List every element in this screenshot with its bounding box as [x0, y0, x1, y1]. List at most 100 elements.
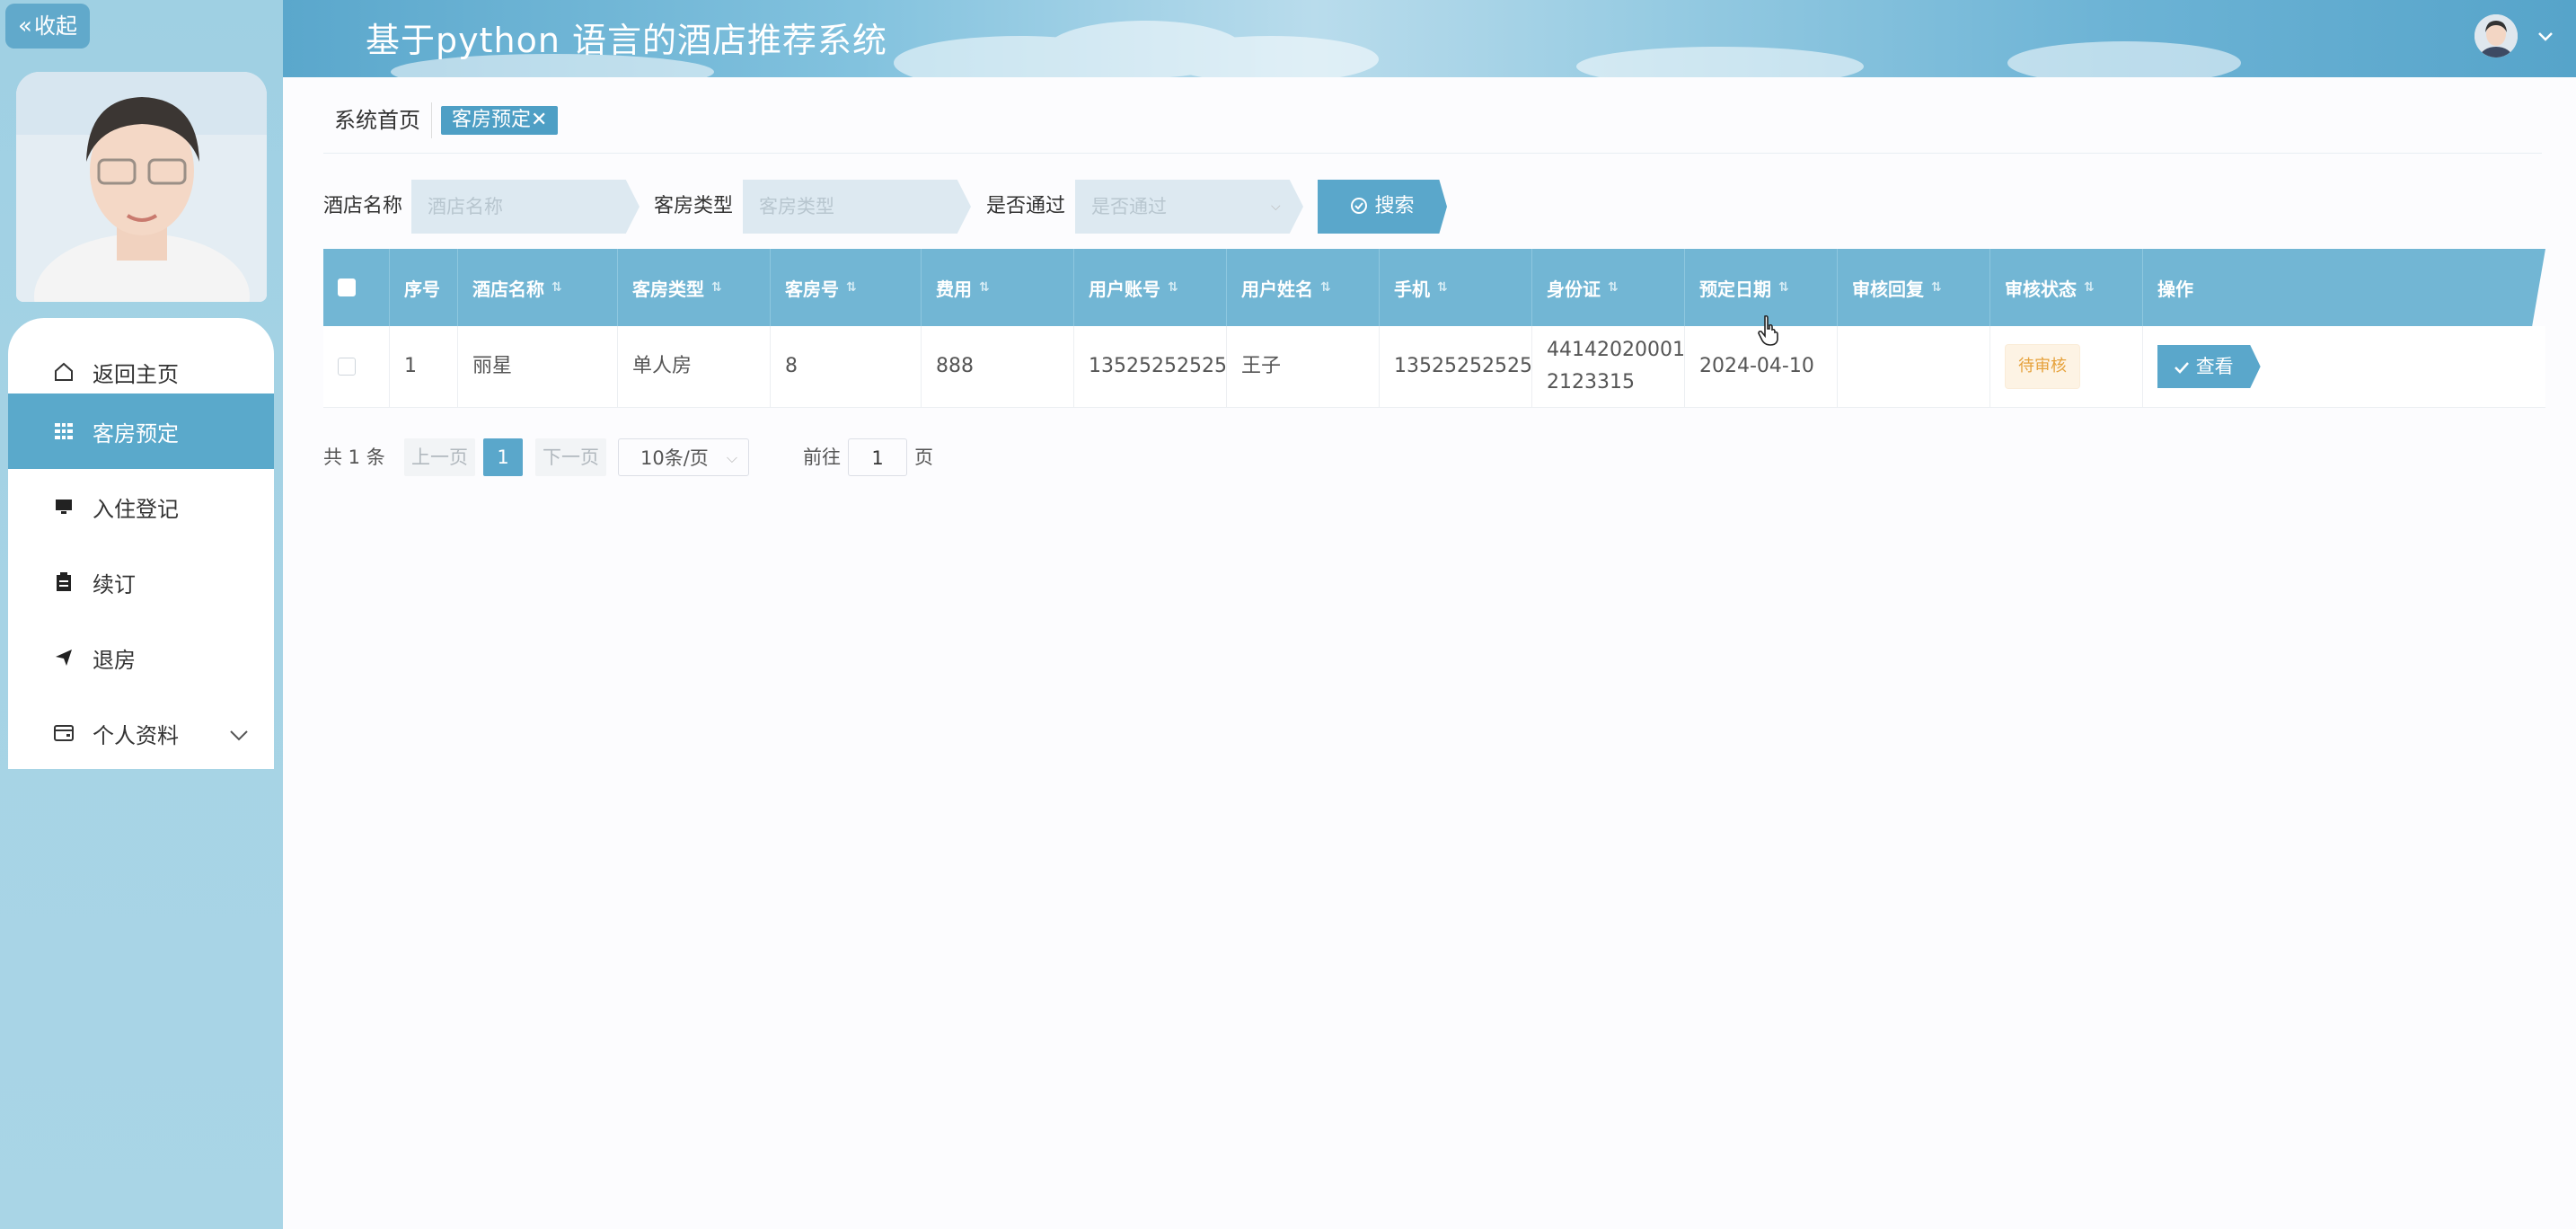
- checkbox[interactable]: [338, 358, 356, 376]
- prev-page-button[interactable]: 上一页: [404, 438, 475, 476]
- select-all-checkbox[interactable]: [323, 249, 390, 326]
- cell-name: 王子: [1227, 326, 1380, 407]
- chevron-down-icon: ⌵: [726, 449, 737, 466]
- sidebar-menu: 返回主页 客房预定 入住登记 续订 退房 个人资料: [8, 318, 274, 769]
- chevron-down-icon: [229, 722, 249, 747]
- table-row: 1 丽星 单人房 8 888 13525252525 王子 1352525252…: [323, 326, 2545, 408]
- sidebar-item-label: 个人资料: [93, 722, 179, 748]
- breadcrumb-tabs: 系统首页 客房预定✕: [323, 102, 559, 138]
- sort-icon: ⇅: [551, 280, 562, 295]
- chevron-down-icon: ⌵: [1271, 199, 1281, 214]
- sort-icon: ⇅: [979, 280, 990, 295]
- monitor-icon: [51, 497, 76, 517]
- sidebar: «收起 返回主页 客房预定 入住登记 续订 退房 个人资料: [0, 0, 283, 1229]
- column-header[interactable]: 用户账号 ⇅: [1074, 249, 1227, 326]
- user-avatar-large: [16, 72, 267, 302]
- sort-icon: ⇅: [2084, 280, 2095, 295]
- column-header: 操作: [2157, 278, 2193, 300]
- sidebar-item-label: 返回主页: [93, 361, 179, 387]
- sidebar-item-check-in[interactable]: 入住登记: [8, 469, 274, 544]
- cell-index: 1: [390, 326, 458, 407]
- check-circle-icon: [1350, 195, 1374, 217]
- sort-icon: ⇅: [1931, 280, 1942, 295]
- cell-actions: 查看: [2143, 326, 2545, 407]
- column-header: 序号: [390, 249, 458, 326]
- home-icon: [51, 361, 76, 383]
- column-header[interactable]: 审核回复 ⇅: [1838, 249, 1990, 326]
- checkbox[interactable]: [338, 279, 356, 296]
- cell-phone: 13525252525: [1380, 326, 1532, 407]
- page-size-select[interactable]: 10条/页 ⌵: [618, 438, 749, 476]
- view-label: 查看: [2195, 356, 2234, 377]
- id-line: 2123315: [1547, 371, 1635, 393]
- column-header[interactable]: 客房号 ⇅: [771, 249, 922, 326]
- sidebar-item-label: 续订: [93, 571, 136, 597]
- cell-fee: 888: [922, 326, 1074, 407]
- sidebar-item-label: 客房预定: [93, 420, 179, 447]
- sort-icon: ⇅: [1168, 280, 1178, 295]
- column-header[interactable]: 客房类型 ⇅: [618, 249, 771, 326]
- sidebar-item-label: 入住登记: [93, 496, 179, 522]
- top-header: 基于python 语言的酒店推荐系统: [283, 0, 2576, 77]
- cell-status: 待审核: [1990, 326, 2143, 407]
- sort-icon: ⇅: [1437, 280, 1448, 295]
- send-icon: [51, 648, 76, 668]
- column-header[interactable]: 酒店名称 ⇅: [458, 249, 618, 326]
- close-icon[interactable]: ✕: [531, 109, 547, 131]
- cell-reply: [1838, 326, 1990, 407]
- page-size-value: 10条/页: [640, 447, 709, 469]
- collapse-label: 收起: [33, 13, 77, 39]
- sidebar-item-label: 退房: [93, 647, 136, 673]
- sidebar-item-renew[interactable]: 续订: [8, 544, 274, 620]
- cell-id-card: 44142020001 2123315: [1532, 326, 1685, 407]
- tab-room-booking[interactable]: 客房预定✕: [441, 106, 559, 135]
- collapse-button[interactable]: «收起: [5, 4, 90, 49]
- view-button[interactable]: 查看: [2157, 345, 2261, 388]
- double-chevron-left-icon: «: [18, 13, 32, 40]
- app-title: 基于python 语言的酒店推荐系统: [366, 21, 888, 60]
- sort-icon: ⇅: [846, 280, 857, 295]
- row-checkbox-cell[interactable]: [323, 326, 390, 407]
- sidebar-item-profile[interactable]: 个人资料: [8, 695, 274, 771]
- grid-icon: [51, 421, 76, 441]
- goto-page-input[interactable]: 1: [848, 438, 907, 476]
- column-header[interactable]: 审核状态 ⇅: [1990, 249, 2143, 326]
- user-avatar[interactable]: [2475, 14, 2518, 57]
- total-count: 共 1 条: [323, 447, 385, 468]
- id-line: 44142020001: [1547, 339, 1685, 361]
- cell-room-type: 单人房: [618, 326, 771, 407]
- goto-label: 前往: [803, 447, 841, 468]
- check-icon: [2174, 356, 2196, 377]
- page-unit-label: 页: [914, 447, 933, 468]
- next-page-button[interactable]: 下一页: [535, 438, 606, 476]
- hotel-name-label: 酒店名称: [323, 195, 403, 217]
- cell-account: 13525252525: [1074, 326, 1227, 407]
- search-button[interactable]: 搜索: [1318, 180, 1447, 234]
- column-header[interactable]: 身份证 ⇅: [1532, 249, 1685, 326]
- room-type-input[interactable]: 客房类型: [743, 180, 971, 234]
- table-header: 序号 酒店名称 ⇅ 客房类型 ⇅ 客房号 ⇅ 费用 ⇅ 用户账号 ⇅ 用户姓名 ⇅ 手机 ⇅ …: [323, 249, 2545, 326]
- column-header[interactable]: 手机 ⇅: [1380, 249, 1532, 326]
- hotel-name-input[interactable]: 酒店名称: [411, 180, 640, 234]
- page-number-current[interactable]: 1: [483, 438, 523, 476]
- column-header[interactable]: 费用 ⇅: [922, 249, 1074, 326]
- sort-icon: ⇅: [711, 280, 722, 295]
- clipboard-icon: [51, 571, 76, 593]
- sidebar-item-check-out[interactable]: 退房: [8, 620, 274, 695]
- wallet-icon: [51, 723, 76, 743]
- sidebar-item-room-booking[interactable]: 客房预定: [8, 393, 274, 469]
- passed-select[interactable]: 是否通过 ⌵: [1075, 180, 1303, 234]
- divider: [323, 153, 2542, 154]
- sort-icon: ⇅: [1778, 280, 1789, 295]
- chevron-down-icon[interactable]: [2537, 29, 2554, 46]
- passed-label: 是否通过: [986, 195, 1066, 217]
- sort-icon: ⇅: [1608, 280, 1619, 295]
- cell-hotel: 丽星: [458, 326, 618, 407]
- sort-icon: ⇅: [1320, 280, 1331, 295]
- passed-select-value: 是否通过: [1091, 196, 1167, 217]
- tab-home[interactable]: 系统首页: [323, 102, 432, 138]
- column-header[interactable]: 用户姓名 ⇅: [1227, 249, 1380, 326]
- tab-label: 客房预定: [452, 109, 532, 131]
- status-badge: 待审核: [2005, 344, 2080, 389]
- hand-cursor-icon: [1757, 314, 1782, 350]
